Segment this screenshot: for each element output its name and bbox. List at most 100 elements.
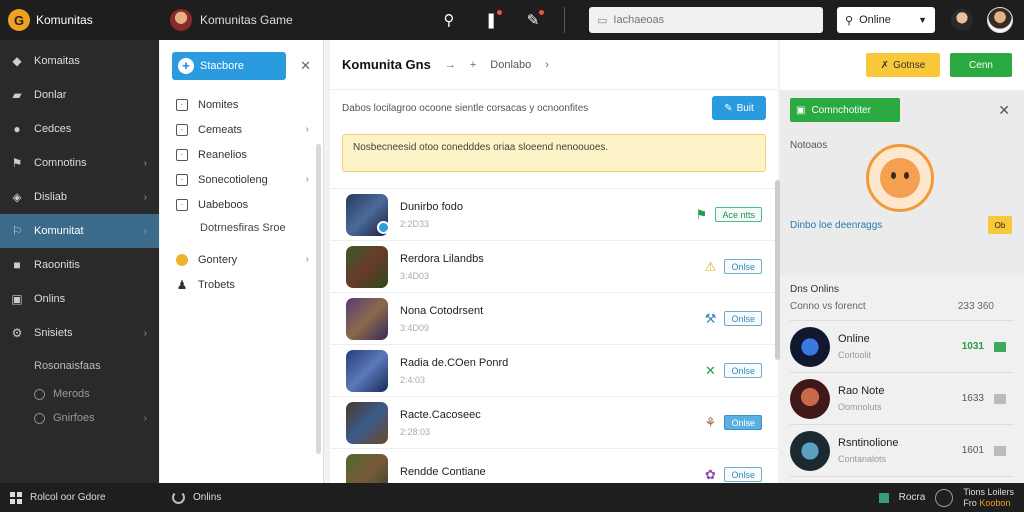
game-sub: 2:28:03 — [400, 426, 431, 437]
channel-item[interactable]: Gontery › — [160, 247, 323, 272]
game-name: Nona Cotodrsent — [400, 304, 484, 317]
sidebar-item[interactable]: ▰ Donlar — [0, 78, 159, 112]
sidebar-item[interactable]: ◈ Disliab › — [0, 180, 159, 214]
sidebar-item[interactable]: ⚑ Comnotins › — [0, 146, 159, 180]
message-icon[interactable] — [994, 341, 1006, 352]
sidebar-item-icon: ⚐ — [11, 224, 23, 238]
chevron-right-icon[interactable]: › — [545, 59, 549, 71]
status-badge[interactable]: Onlse — [724, 415, 762, 430]
status-badge[interactable]: Onlse — [724, 311, 762, 326]
online-user-name: Rao Note — [838, 385, 885, 397]
online-user-value: 1633 — [961, 393, 984, 404]
channel-icon: · — [176, 173, 188, 186]
game-row[interactable]: Racte.Cacoseec 2:28:03 ⚘ Onlse — [330, 397, 778, 449]
message-icon[interactable] — [994, 445, 1006, 456]
avatar[interactable] — [935, 488, 954, 507]
sidebar-item[interactable]: ■ Raoonitis — [0, 248, 159, 282]
sidebar-item-icon: ⚙ — [11, 326, 23, 340]
close-icon[interactable]: ✕ — [300, 58, 311, 74]
game-row[interactable]: Nona Cotodrsent 3:4D09 ⚒ Onlse — [330, 293, 778, 345]
card-link[interactable]: Dinbo loe deenraggs — [790, 220, 882, 231]
status-badge[interactable]: Ace ntts — [715, 207, 762, 222]
online-user-text: Rao Note Oomnoluts — [838, 385, 884, 412]
friend-avatar[interactable] — [951, 9, 973, 31]
create-channel-button[interactable]: ✚ Stacbore — [172, 52, 286, 80]
channel-panel: ✚ Stacbore ✕ · Nomites · Cemeats › · Reanelios… — [160, 40, 324, 483]
sidebar-item-label: Snisiets — [34, 327, 73, 339]
online-status-label: Online — [859, 14, 891, 26]
status-icon: ⚘ — [704, 414, 717, 430]
message-icon[interactable] — [994, 393, 1006, 404]
sidebar-item[interactable]: ▣ Onlins — [0, 282, 159, 316]
sidebar-sub-heading[interactable]: Rosonaisfaas — [0, 350, 159, 382]
game-icon — [346, 193, 390, 236]
bookmark-icon[interactable]: ❚ — [482, 10, 502, 29]
sidebar-item[interactable]: ⚐ Komunitat › — [0, 214, 159, 248]
search-icon[interactable]: ⚲ — [440, 11, 458, 29]
sidebar-item[interactable]: ⚙ Snisiets › — [0, 316, 159, 350]
create-channel-label: Stacbore — [200, 60, 245, 72]
game-text: Rendde Contiane — [400, 466, 486, 484]
game-name: Radia de.COen Ponrd — [400, 356, 509, 369]
game-row[interactable]: Radia de.COen Ponrd 2:4:03 ✕ Onlse — [330, 345, 778, 397]
notice-banner: Nosbecneesid otoo conedddes oriaa sloeen… — [342, 134, 766, 172]
circle-icon — [34, 388, 45, 400]
sidebar-item[interactable]: ● Cedces — [0, 112, 159, 146]
community-button[interactable]: ▣ Comnchotiter — [790, 98, 900, 122]
online-user-name: Online — [838, 333, 870, 345]
online-user-row[interactable]: Online Corloolit 1031 — [790, 320, 1014, 372]
status-badge[interactable]: Onlse — [724, 259, 762, 274]
category-button[interactable]: ✗ Gotnse — [866, 53, 940, 77]
notification-icon[interactable]: ✎ — [524, 10, 544, 29]
grid-icon — [10, 491, 22, 504]
online-status-select[interactable]: ⚲ Online ▼ — [837, 7, 935, 33]
game-row[interactable]: Rerdora Lilandbs 3:4D03 ⚠ Onlse — [330, 241, 778, 293]
loading-icon — [172, 491, 185, 504]
join-button[interactable]: Cenn — [950, 53, 1012, 77]
sidebar-item-icon: ⚑ — [11, 156, 23, 170]
bottom-left[interactable]: Rolcol oor Gdore — [0, 491, 172, 504]
game-name: Dunirbo fodo — [400, 200, 463, 213]
search-box[interactable]: ▭ — [589, 7, 823, 33]
online-user-row[interactable]: Rao Note Oomnoluts 1633 — [790, 372, 1014, 424]
channel-item[interactable]: · Reanelios — [160, 142, 323, 167]
bottom-status[interactable]: Onlins — [172, 491, 221, 504]
community-title[interactable]: Komunitas Game — [170, 9, 420, 31]
channel-icon: · — [176, 198, 188, 211]
status-badge[interactable]: Onlse — [724, 363, 762, 378]
app-logo[interactable]: G Komunitas — [0, 9, 160, 31]
search-input[interactable] — [613, 14, 804, 26]
mascot-image — [866, 144, 934, 212]
sidebar-item[interactable]: ◆ Komaitas — [0, 44, 159, 78]
channel-item[interactable]: · Nomites — [160, 92, 323, 117]
sidebar-sub-item[interactable]: Gnirfoes › — [0, 406, 159, 430]
game-status: ⚒ Onlse — [702, 311, 762, 327]
page-title: Komunita Gns — [342, 57, 431, 72]
community-avatar — [170, 9, 192, 31]
channel-item-label: Cemeats — [198, 123, 243, 136]
channel-item[interactable]: · Sonecotioleng › — [160, 167, 323, 192]
bottom-stack: Tions Loilers Fro Koobon — [963, 487, 1014, 509]
add-icon[interactable]: + — [470, 59, 476, 71]
close-icon[interactable]: ✕ — [998, 102, 1010, 119]
channel-item[interactable]: · Uabeboos — [160, 192, 323, 217]
bottom-right-label[interactable]: Rocra — [899, 492, 926, 503]
sidebar-item-icon: ▣ — [11, 292, 23, 306]
search-icon: ⚲ — [845, 14, 854, 27]
community-title-label: Komunitas Game — [200, 13, 293, 27]
chevron-right-icon: › — [143, 327, 147, 339]
status-badge[interactable]: Onlse — [724, 467, 762, 482]
game-row[interactable]: Dunirbo fodo 2:2D33 ⚑ Ace ntts — [330, 189, 778, 241]
sidebar-sub-item[interactable]: Merods — [0, 382, 159, 406]
channel-plain-item[interactable]: Dotrnesfiras Sroe — [160, 217, 323, 239]
edit-button[interactable]: ✎ Buit — [712, 96, 766, 120]
user-avatar[interactable] — [987, 7, 1013, 33]
card-tag[interactable]: Ob — [988, 216, 1012, 234]
channel-item[interactable]: ♟ Trobets — [160, 272, 323, 297]
sidebar-item-label: Disliab — [34, 191, 68, 203]
right-header: ✗ Gotnse Cenn — [780, 40, 1024, 90]
online-user-row[interactable]: Rsntinolione Contanalots 1601 — [790, 424, 1014, 476]
channel-item[interactable]: · Cemeats › — [160, 117, 323, 142]
scrollbar[interactable] — [316, 144, 321, 454]
breadcrumb[interactable]: Donlabo — [490, 59, 531, 71]
